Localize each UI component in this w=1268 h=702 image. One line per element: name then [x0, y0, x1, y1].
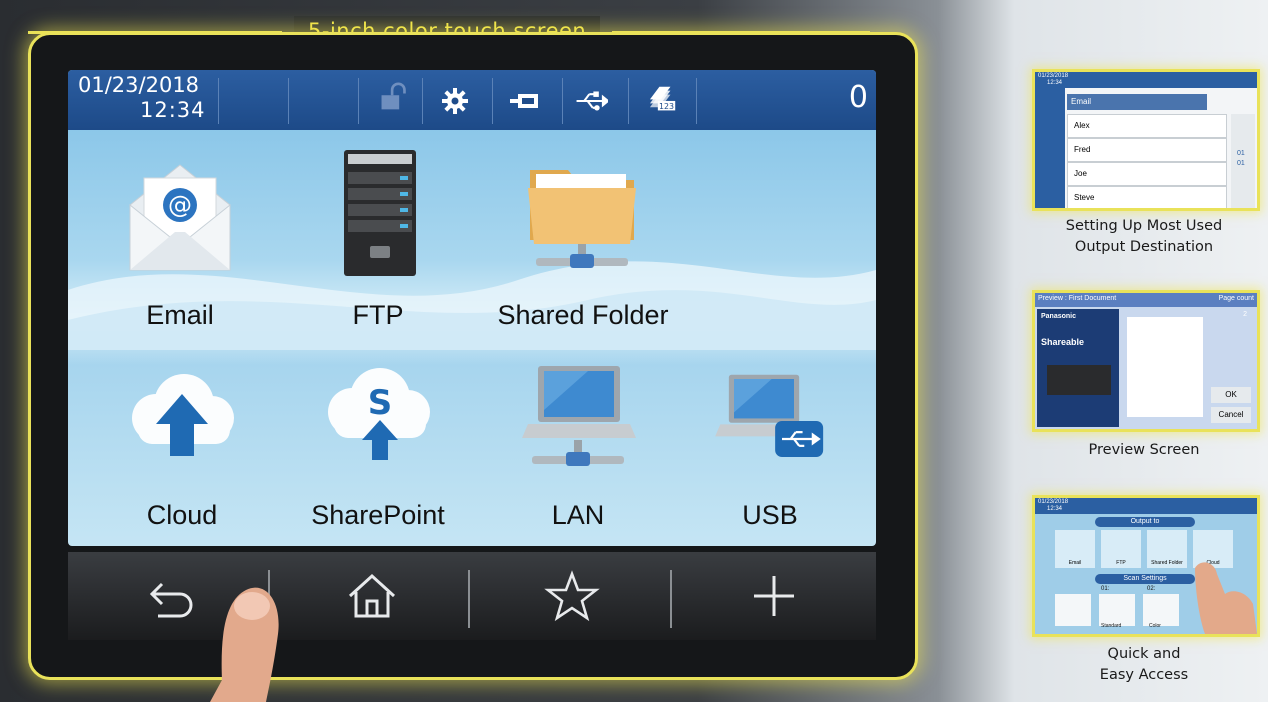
- thumb2-ok-button[interactable]: OK: [1211, 387, 1251, 403]
- thumb1-row: Alex: [1067, 114, 1227, 138]
- finger-hand-image: [210, 587, 279, 702]
- unlock-icon[interactable]: [376, 82, 410, 112]
- email-icon: @: [129, 164, 231, 271]
- thumb2-title-bar: Preview : First Document Page count: [1035, 293, 1257, 307]
- app-lan[interactable]: LAN: [488, 352, 668, 546]
- shared-folder-icon: [528, 170, 636, 268]
- app-ftp-label: FTP: [352, 300, 404, 330]
- app-cloud-label: Cloud: [146, 500, 218, 530]
- app-email-label: Email: [146, 300, 214, 330]
- thumb3-preset-number: 01:: [1101, 586, 1110, 592]
- thumb1-status-bar: 01/23/2018 12:34: [1035, 72, 1257, 88]
- gear-icon[interactable]: [438, 86, 472, 116]
- status-bar: 01/23/2018 12:34 123 0: [68, 70, 876, 130]
- lan-plug-icon: [510, 94, 538, 108]
- plus-icon[interactable]: [744, 570, 804, 622]
- hand-image: [1195, 562, 1257, 634]
- app-shared-folder[interactable]: Shared Folder: [478, 150, 688, 350]
- thumb2-page-two: [1127, 317, 1203, 417]
- thumb1-email-field: Email: [1067, 94, 1207, 110]
- app-sharepoint[interactable]: S SharePoint: [278, 352, 478, 546]
- server-icon: [344, 150, 416, 276]
- thumb1-row: Steve: [1067, 186, 1227, 208]
- thumb3-output-to: Output to: [1095, 517, 1195, 527]
- laptop-network-icon: [522, 366, 636, 466]
- thumb3-preset-name: Color: [1149, 623, 1161, 629]
- app-shared-folder-label: Shared Folder: [497, 300, 669, 330]
- svg-text:@: @: [168, 191, 192, 219]
- svg-text:123: 123: [659, 102, 674, 111]
- cloud-icon: [132, 374, 234, 456]
- thumb3-preset-name: Standard: [1101, 623, 1122, 629]
- thumb3-preset-number: 02:: [1147, 586, 1156, 592]
- thumb1-pager: 01 01: [1231, 114, 1255, 208]
- touch-screen: 01/23/2018 12:34 123 0 @ Email FTP Share…: [68, 70, 876, 546]
- star-icon[interactable]: [542, 570, 602, 622]
- status-date: 01/23/2018: [78, 73, 200, 97]
- app-cloud[interactable]: Cloud: [92, 352, 272, 546]
- thumb2-page-one: Panasonic Shareable: [1037, 309, 1119, 427]
- laptop-usb-icon: [715, 374, 824, 457]
- caption-destination: Setting Up Most Used Output Destination: [1065, 218, 1223, 255]
- sharepoint-icon: S: [328, 368, 430, 460]
- thumb3-status-bar: 01/23/2018 12:34: [1035, 498, 1257, 514]
- home-icon[interactable]: [342, 570, 402, 622]
- app-sharepoint-label: SharePoint: [311, 500, 445, 530]
- document-count-icon: 123: [649, 86, 676, 111]
- app-email[interactable]: @ Email: [90, 150, 270, 350]
- thumbnail-destination: 01/23/2018 12:34 Email Alex Fred Joe Ste…: [1032, 69, 1260, 211]
- app-usb-label: USB: [742, 500, 798, 530]
- status-time: 12:34: [140, 98, 206, 122]
- thumb2-page-count: 2: [1243, 311, 1247, 318]
- app-usb[interactable]: USB: [680, 352, 860, 546]
- thumbnail-preview: Preview : First Document Page count 2 Pa…: [1032, 290, 1260, 432]
- svg-text:S: S: [368, 383, 393, 423]
- thumbnail-quick-access: 01/23/2018 12:34 Output to Email FTP Sha…: [1032, 495, 1260, 637]
- thumb1-time: 12:34: [1047, 80, 1063, 86]
- thumb3-scan-settings: Scan Settings: [1095, 574, 1195, 584]
- thumb1-row: Joe: [1067, 162, 1227, 186]
- usb-icon: [576, 91, 608, 111]
- thumb2-cancel-button[interactable]: Cancel: [1211, 407, 1251, 423]
- job-count: 0: [848, 80, 868, 115]
- thumb1-row: Fred: [1067, 138, 1227, 162]
- app-lan-label: LAN: [551, 500, 605, 530]
- caption-preview: Preview Screen: [1088, 442, 1200, 458]
- app-ftp[interactable]: FTP: [288, 150, 468, 350]
